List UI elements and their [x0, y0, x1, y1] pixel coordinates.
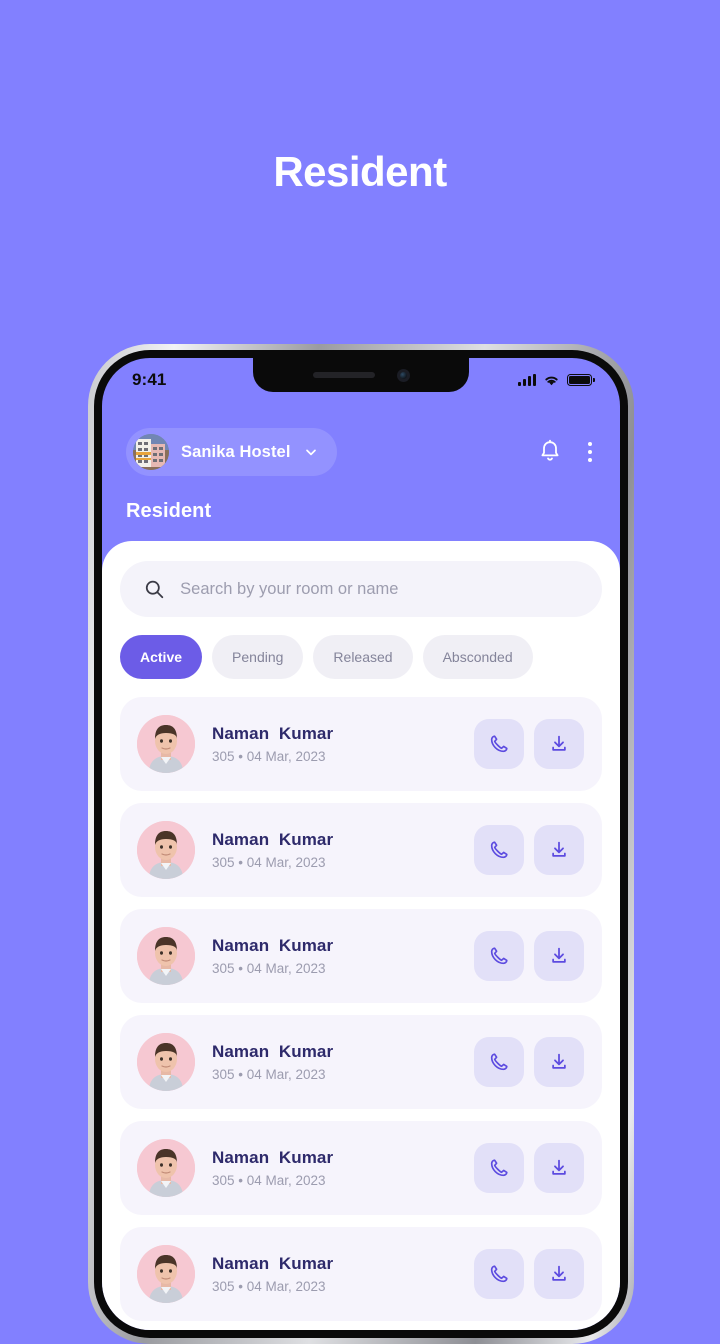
resident-row-1[interactable]: Naman Kumar 305 • 04 Mar, 2023 — [120, 803, 602, 897]
phone-icon — [490, 947, 508, 965]
overflow-menu-button[interactable] — [588, 442, 592, 462]
download-button[interactable] — [534, 825, 584, 875]
filter-chip-released[interactable]: Released — [313, 635, 413, 679]
resident-actions — [474, 1037, 584, 1087]
content-sheet: Active Pending Released Absconded — [102, 541, 620, 1330]
resident-avatar — [137, 1033, 195, 1091]
call-button[interactable] — [474, 931, 524, 981]
resident-actions — [474, 1249, 584, 1299]
resident-meta: 305 • 04 Mar, 2023 — [212, 855, 326, 870]
download-icon — [552, 735, 566, 751]
resident-avatar — [137, 927, 195, 985]
phone-bezel: 9:41 Sanika Hostel Resident Search by yo… — [94, 350, 628, 1338]
phone-icon — [490, 1159, 508, 1177]
resident-meta: 305 • 04 Mar, 2023 — [212, 1279, 326, 1294]
download-button[interactable] — [534, 931, 584, 981]
call-button[interactable] — [474, 719, 524, 769]
status-indicators — [518, 374, 595, 387]
resident-list: Naman Kumar 305 • 04 Mar, 2023 Naman Kum… — [120, 697, 602, 1321]
phone-icon — [490, 841, 508, 859]
download-icon — [552, 1159, 566, 1175]
resident-name: Naman Kumar — [212, 1148, 334, 1167]
resident-row-3[interactable]: Naman Kumar 305 • 04 Mar, 2023 — [120, 1015, 602, 1109]
app-header: Sanika Hostel Resident — [102, 402, 620, 523]
resident-meta: 305 • 04 Mar, 2023 — [212, 1067, 326, 1082]
resident-info: Naman Kumar 305 • 04 Mar, 2023 — [195, 1254, 474, 1294]
screen-title: Resident — [126, 500, 212, 522]
filter-chip-pending[interactable]: Pending — [212, 635, 304, 679]
chevron-down-icon — [305, 449, 316, 456]
resident-name: Naman Kumar — [212, 830, 334, 849]
building-photo-icon — [133, 434, 169, 470]
resident-actions — [474, 1143, 584, 1193]
hostel-name-label: Sanika Hostel — [181, 442, 291, 461]
call-button[interactable] — [474, 1249, 524, 1299]
resident-row-0[interactable]: Naman Kumar 305 • 04 Mar, 2023 — [120, 697, 602, 791]
three-dots-vertical-icon — [588, 442, 592, 462]
resident-row-5[interactable]: Naman Kumar 305 • 04 Mar, 2023 — [120, 1227, 602, 1321]
filter-chip-absconded[interactable]: Absconded — [422, 635, 533, 679]
resident-avatar — [137, 821, 195, 879]
resident-meta: 305 • 04 Mar, 2023 — [212, 1173, 326, 1188]
battery-full-icon — [567, 374, 595, 386]
search-icon — [145, 580, 164, 599]
bell-icon — [541, 439, 559, 461]
status-bar: 9:41 — [102, 358, 620, 402]
resident-info: Naman Kumar 305 • 04 Mar, 2023 — [195, 830, 474, 870]
call-button[interactable] — [474, 825, 524, 875]
resident-avatar — [137, 1139, 195, 1197]
download-icon — [552, 841, 566, 857]
filter-chips: Active Pending Released Absconded — [120, 635, 602, 679]
search-input[interactable] — [180, 579, 578, 599]
download-button[interactable] — [534, 1143, 584, 1193]
resident-row-2[interactable]: Naman Kumar 305 • 04 Mar, 2023 — [120, 909, 602, 1003]
download-icon — [552, 1053, 566, 1069]
hostel-selector[interactable]: Sanika Hostel — [126, 428, 337, 476]
resident-name: Naman Kumar — [212, 1254, 334, 1273]
resident-info: Naman Kumar 305 • 04 Mar, 2023 — [195, 1148, 474, 1188]
resident-name: Naman Kumar — [212, 936, 334, 955]
resident-actions — [474, 825, 584, 875]
header-row: Sanika Hostel — [126, 428, 596, 476]
notification-button[interactable] — [538, 439, 562, 465]
call-button[interactable] — [474, 1143, 524, 1193]
resident-avatar — [137, 1245, 195, 1303]
header-actions — [538, 439, 596, 465]
page-title: Resident — [273, 148, 447, 195]
resident-actions — [474, 719, 584, 769]
download-button[interactable] — [534, 719, 584, 769]
phone-screen: 9:41 Sanika Hostel Resident Search by yo… — [102, 358, 620, 1330]
resident-name: Naman Kumar — [212, 724, 334, 743]
status-time: 9:41 — [132, 370, 167, 389]
phone-icon — [490, 735, 508, 753]
cellular-signal-icon — [518, 374, 536, 386]
resident-info: Naman Kumar 305 • 04 Mar, 2023 — [195, 1042, 474, 1082]
phone-icon — [490, 1053, 508, 1071]
download-icon — [552, 1265, 566, 1281]
resident-meta: 305 • 04 Mar, 2023 — [212, 749, 326, 764]
search-bar[interactable] — [120, 561, 602, 617]
download-button[interactable] — [534, 1249, 584, 1299]
phone-icon — [490, 1265, 508, 1283]
call-button[interactable] — [474, 1037, 524, 1087]
download-icon — [552, 947, 566, 963]
resident-meta: 305 • 04 Mar, 2023 — [212, 961, 326, 976]
resident-name: Naman Kumar — [212, 1042, 334, 1061]
resident-actions — [474, 931, 584, 981]
wifi-icon — [545, 376, 558, 385]
resident-info: Naman Kumar 305 • 04 Mar, 2023 — [195, 724, 474, 764]
download-button[interactable] — [534, 1037, 584, 1087]
resident-info: Naman Kumar 305 • 04 Mar, 2023 — [195, 936, 474, 976]
resident-avatar — [137, 715, 195, 773]
resident-row-4[interactable]: Naman Kumar 305 • 04 Mar, 2023 — [120, 1121, 602, 1215]
phone-device-frame: 9:41 Sanika Hostel Resident Search by yo… — [88, 344, 634, 1344]
filter-chip-active[interactable]: Active — [120, 635, 203, 679]
